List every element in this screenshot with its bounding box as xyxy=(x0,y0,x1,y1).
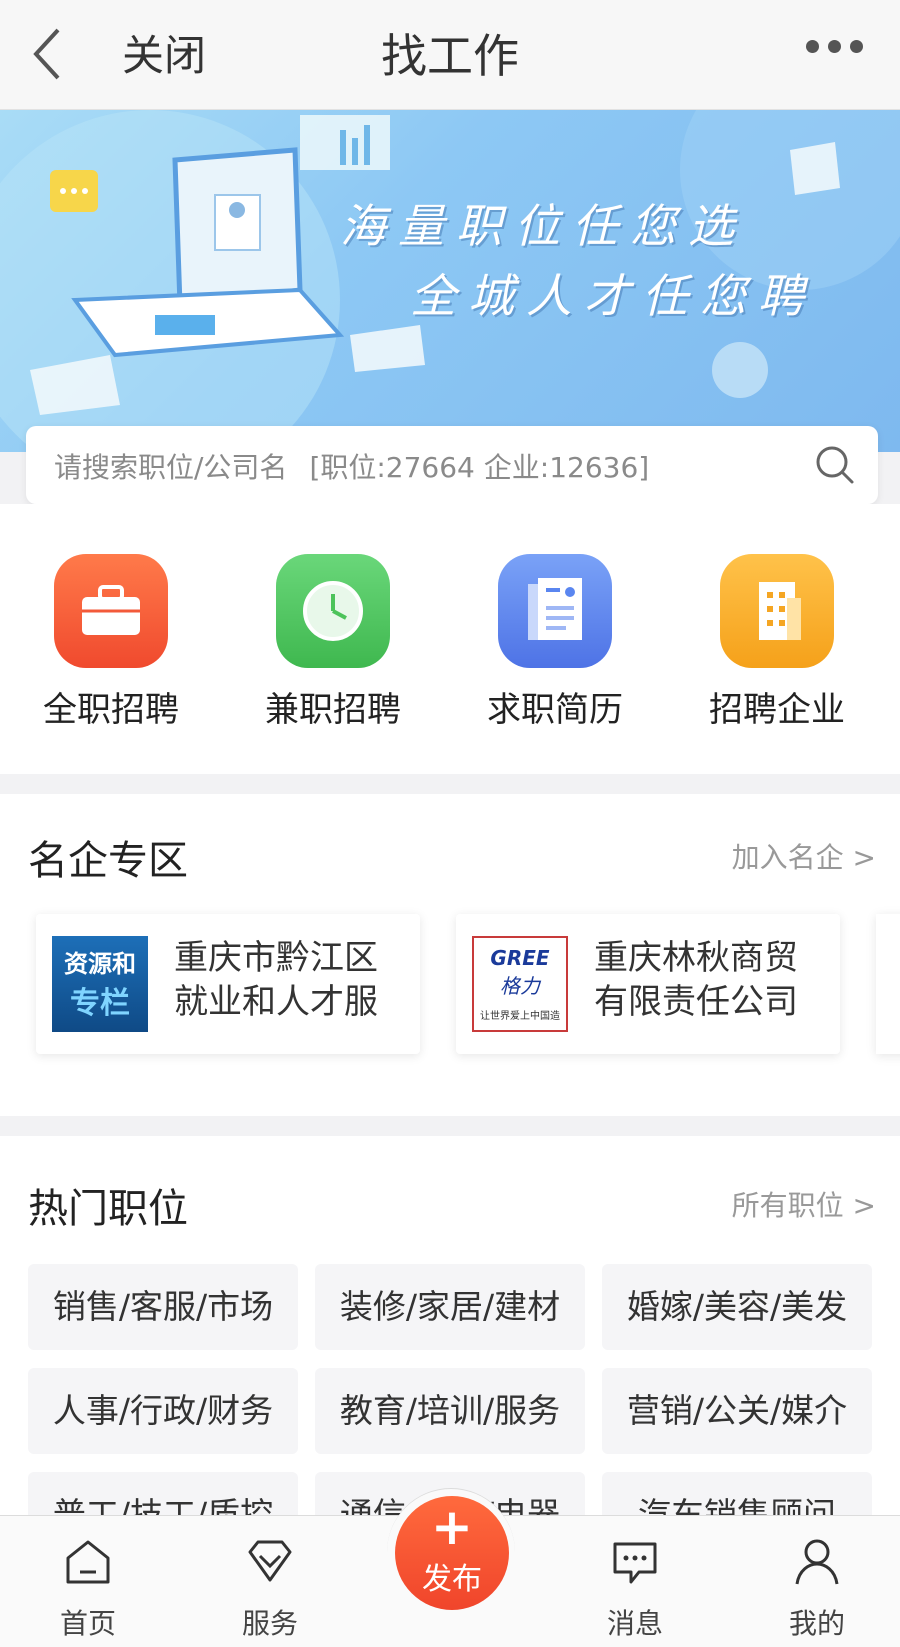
company-card[interactable]: 资源和 专栏 重庆市黔江区就业和人才服 xyxy=(36,914,420,1054)
job-category-tag[interactable]: 营销/公关/媒介 xyxy=(602,1368,872,1454)
company-card[interactable]: GREE 格力 让世界爱上中国造 重庆林秋商贸有限责任公司 xyxy=(456,914,840,1054)
building-icon xyxy=(720,554,834,668)
job-category-tag[interactable]: 汽车销售顾问 xyxy=(602,1472,872,1515)
job-category-tag[interactable]: 销售/客服/市场 xyxy=(28,1264,298,1350)
banner-slogan-2: 全城人才任您聘 xyxy=(410,269,816,323)
plus-icon: + xyxy=(431,1498,473,1556)
bottom-tab-bar: 首页 服务 + 发布 消息 我的 xyxy=(0,1488,900,1647)
quick-entry-label: 招聘企业 xyxy=(709,690,845,730)
company-logo: GREE 格力 让世界爱上中国造 xyxy=(472,936,568,1032)
job-category-tag[interactable]: 婚嫁/美容/美发 xyxy=(602,1264,872,1350)
quick-entry-fulltime[interactable]: 全职招聘 xyxy=(11,554,211,731)
join-famous-link[interactable]: 加入名企 > xyxy=(732,836,876,876)
job-category-tag[interactable]: 教育/培训/服务 xyxy=(315,1368,585,1454)
section-title: 名企专区 xyxy=(28,838,188,884)
page-title: 找工作 xyxy=(381,29,519,83)
tab-home[interactable]: 首页 xyxy=(28,1536,148,1642)
top-navigation-bar: 关闭 找工作 xyxy=(0,0,900,110)
search-placeholder-text: 请搜索职位/公司名 xyxy=(54,451,288,484)
quick-entry-label: 求职简历 xyxy=(487,690,623,730)
message-icon xyxy=(613,1542,657,1584)
tab-message[interactable]: 消息 xyxy=(575,1536,695,1642)
search-stats-text: [职位:27664 企业:12636] xyxy=(309,451,650,484)
tab-label: 消息 xyxy=(606,1607,663,1640)
tab-label: 我的 xyxy=(788,1607,845,1640)
clock-icon xyxy=(276,554,390,668)
briefcase-icon xyxy=(54,554,168,668)
search-input[interactable]: 请搜索职位/公司名 [职位:27664 企业:12636] xyxy=(54,446,649,486)
more-options-icon[interactable] xyxy=(806,38,876,58)
tab-service[interactable]: 服务 xyxy=(210,1536,330,1642)
job-category-tag[interactable]: 人事/行政/财务 xyxy=(28,1368,298,1454)
banner-slogan-1: 海量职位任您选 xyxy=(340,199,746,253)
hot-jobs-section: 热门职位 所有职位 > 销售/客服/市场 装修/家居/建材 婚嫁/美容/美发 人… xyxy=(0,1136,900,1515)
search-icon[interactable] xyxy=(814,444,856,486)
tab-label: 首页 xyxy=(59,1607,116,1640)
quick-entry-resume[interactable]: 求职简历 xyxy=(455,554,655,731)
tab-label: 服务 xyxy=(241,1607,298,1640)
quick-entry-grid: 全职招聘 兼职招聘 求职简历 招聘企业 xyxy=(0,504,900,774)
section-title: 热门职位 xyxy=(28,1186,188,1232)
company-logo: 资源和 专栏 xyxy=(52,936,148,1032)
company-name: 重庆林秋商贸有限责任公司 xyxy=(594,938,798,1022)
tab-mine[interactable]: 我的 xyxy=(757,1536,877,1642)
quick-entry-companies[interactable]: 招聘企业 xyxy=(677,554,877,731)
quick-entry-label: 兼职招聘 xyxy=(265,690,401,730)
search-bar[interactable]: 请搜索职位/公司名 [职位:27664 企业:12636] xyxy=(26,426,878,504)
diamond-icon xyxy=(248,1540,292,1582)
quick-entry-parttime[interactable]: 兼职招聘 xyxy=(233,554,433,731)
user-icon xyxy=(795,1539,839,1585)
job-category-tag[interactable]: 普工/技工/质控 xyxy=(28,1472,298,1515)
promo-banner[interactable]: 海量职位任您选 全城人才任您聘 xyxy=(0,110,900,452)
publish-label: 发布 xyxy=(422,1562,482,1597)
all-jobs-link[interactable]: 所有职位 > xyxy=(732,1184,876,1224)
job-category-tag[interactable]: 装修/家居/建材 xyxy=(315,1264,585,1350)
resume-icon xyxy=(498,554,612,668)
home-icon xyxy=(66,1540,110,1584)
company-name: 重庆市黔江区就业和人才服 xyxy=(174,938,378,1022)
quick-entry-label: 全职招聘 xyxy=(43,690,179,730)
company-card-partial[interactable] xyxy=(876,914,900,1054)
famous-companies-section: 名企专区 加入名企 > 资源和 专栏 重庆市黔江区就业和人才服 GREE 格力 … xyxy=(0,794,900,1116)
publish-button[interactable]: + 发布 xyxy=(395,1496,509,1610)
